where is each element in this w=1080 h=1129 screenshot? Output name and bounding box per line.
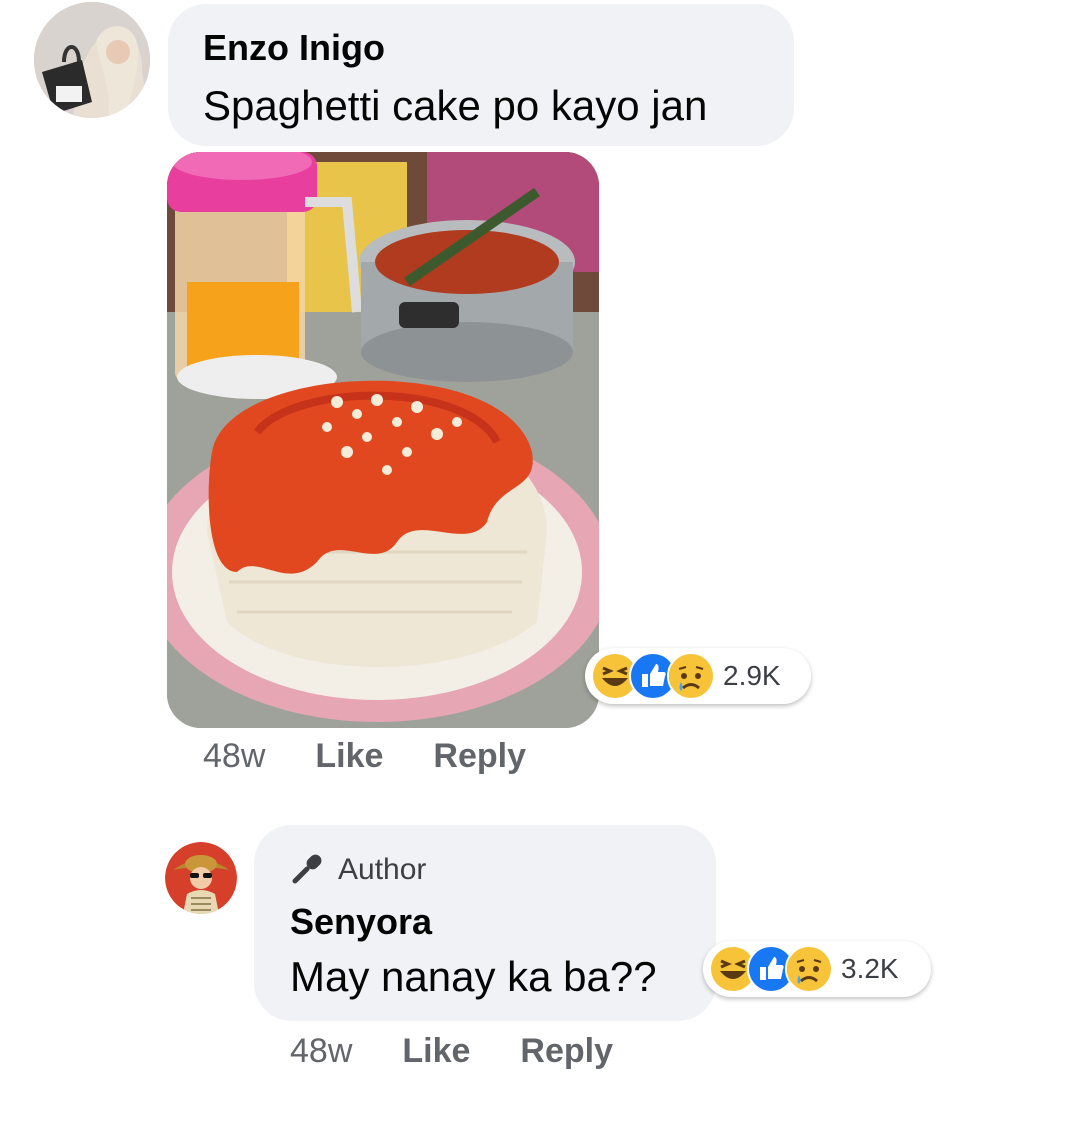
reply-actions: 48w Like Reply [290,1032,613,1071]
reaction-summary[interactable]: 3.2K [703,941,931,997]
reply-button[interactable]: Reply [520,1032,613,1071]
sad-icon [785,945,833,993]
like-button[interactable]: Like [402,1032,470,1071]
commenter-name[interactable]: Enzo Inigo [203,28,385,68]
author-badge: Author [290,850,426,890]
author-badge-label: Author [338,853,427,886]
sad-icon [667,652,715,700]
comment-text: Spaghetti cake po kayo jan [203,82,708,129]
reply-author-name[interactable]: Senyora [290,902,432,942]
comment-timestamp[interactable]: 48w [203,737,265,776]
reply-timestamp[interactable]: 48w [290,1032,352,1071]
reaction-count: 2.9K [723,660,781,691]
reply-button[interactable]: Reply [433,737,526,776]
microphone-icon [290,850,326,891]
reaction-summary[interactable]: 2.9K [585,648,811,704]
reply-text: May nanay ka ba?? [290,953,657,1000]
commenter-avatar[interactable] [34,2,150,118]
like-button[interactable]: Like [315,737,383,776]
comment-photo[interactable] [167,152,599,728]
author-avatar[interactable] [165,842,237,914]
comment-actions: 48w Like Reply [203,737,526,776]
reaction-count: 3.2K [841,953,899,984]
